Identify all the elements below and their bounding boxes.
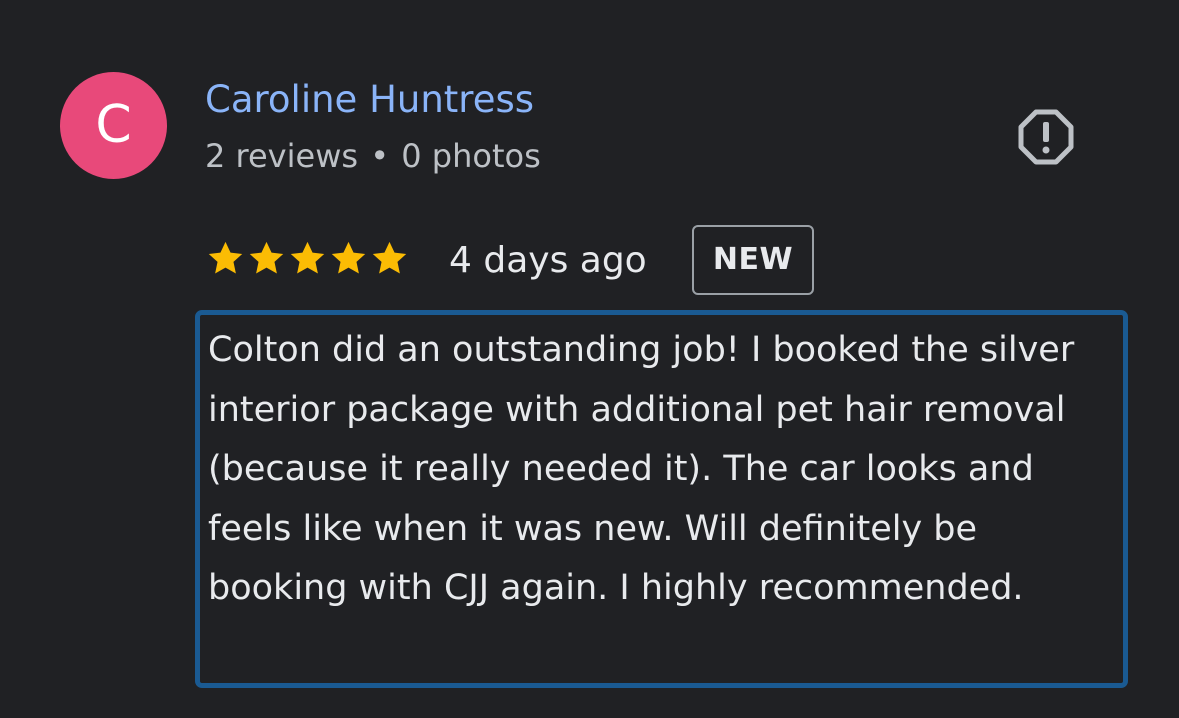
star-icon bbox=[329, 239, 368, 278]
review-time: 4 days ago bbox=[449, 240, 647, 281]
photos-count: 0 photos bbox=[401, 137, 541, 175]
star-icon bbox=[288, 239, 327, 278]
author-name-link[interactable]: Caroline Huntress bbox=[205, 74, 534, 126]
star-icon bbox=[206, 239, 245, 278]
avatar[interactable]: C bbox=[60, 72, 167, 179]
author-meta: 2 reviews • 0 photos bbox=[205, 133, 541, 179]
new-badge: NEW bbox=[692, 225, 814, 295]
review-text: Colton did an outstanding job! I booked … bbox=[208, 330, 1075, 608]
star-icon bbox=[247, 239, 286, 278]
review-card: C Caroline Huntress 2 reviews • 0 photos… bbox=[0, 0, 1179, 718]
reviews-count: 2 reviews bbox=[205, 137, 359, 175]
star-icon bbox=[370, 239, 409, 278]
star-rating bbox=[206, 236, 411, 280]
report-octagon-exclamation-icon bbox=[1018, 109, 1074, 165]
meta-separator: • bbox=[370, 137, 390, 175]
review-text-highlight: Colton did an outstanding job! I booked … bbox=[195, 310, 1128, 688]
report-review-button[interactable] bbox=[1016, 107, 1076, 167]
